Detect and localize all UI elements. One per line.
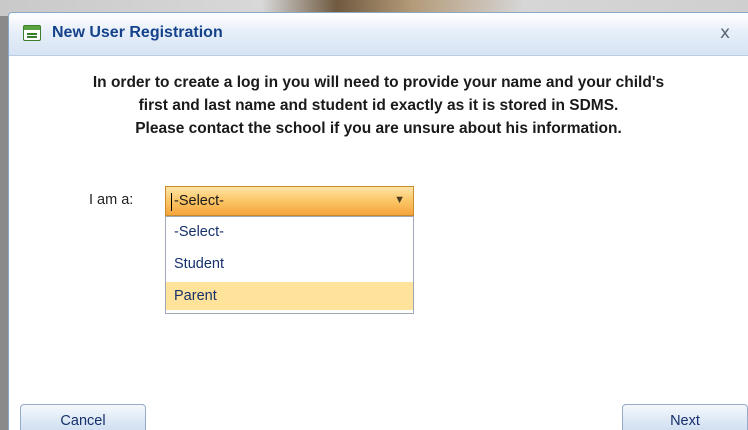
registration-dialog: New User Registration x In order to crea… <box>8 12 748 430</box>
instructions-text: In order to create a log in you will nee… <box>9 71 748 140</box>
instructions-line-3: Please contact the school if you are uns… <box>135 120 622 137</box>
form-icon <box>23 25 41 41</box>
close-icon[interactable]: x <box>720 23 730 43</box>
role-label: I am a: <box>89 192 134 208</box>
dialog-title: New User Registration <box>52 24 223 41</box>
chevron-down-icon[interactable]: ▼ <box>394 194 405 206</box>
dropdown-option-student[interactable]: Student <box>166 250 413 278</box>
instructions-line-2: first and last name and student id exact… <box>138 97 619 114</box>
role-select-value: -Select- <box>174 193 224 209</box>
instructions-line-1: In order to create a log in you will nee… <box>92 74 665 91</box>
text-cursor <box>171 193 172 211</box>
dialog-titlebar: New User Registration x <box>9 13 748 56</box>
dialog-body: In order to create a log in you will nee… <box>9 56 748 430</box>
cancel-button[interactable]: Cancel <box>20 404 146 430</box>
role-dropdown-list: -Select- Student Parent <box>165 216 414 314</box>
dropdown-option-parent[interactable]: Parent <box>166 282 413 310</box>
dropdown-option-select[interactable]: -Select- <box>166 218 413 246</box>
role-select[interactable]: -Select- ▼ <box>165 186 414 216</box>
next-button[interactable]: Next <box>622 404 748 430</box>
